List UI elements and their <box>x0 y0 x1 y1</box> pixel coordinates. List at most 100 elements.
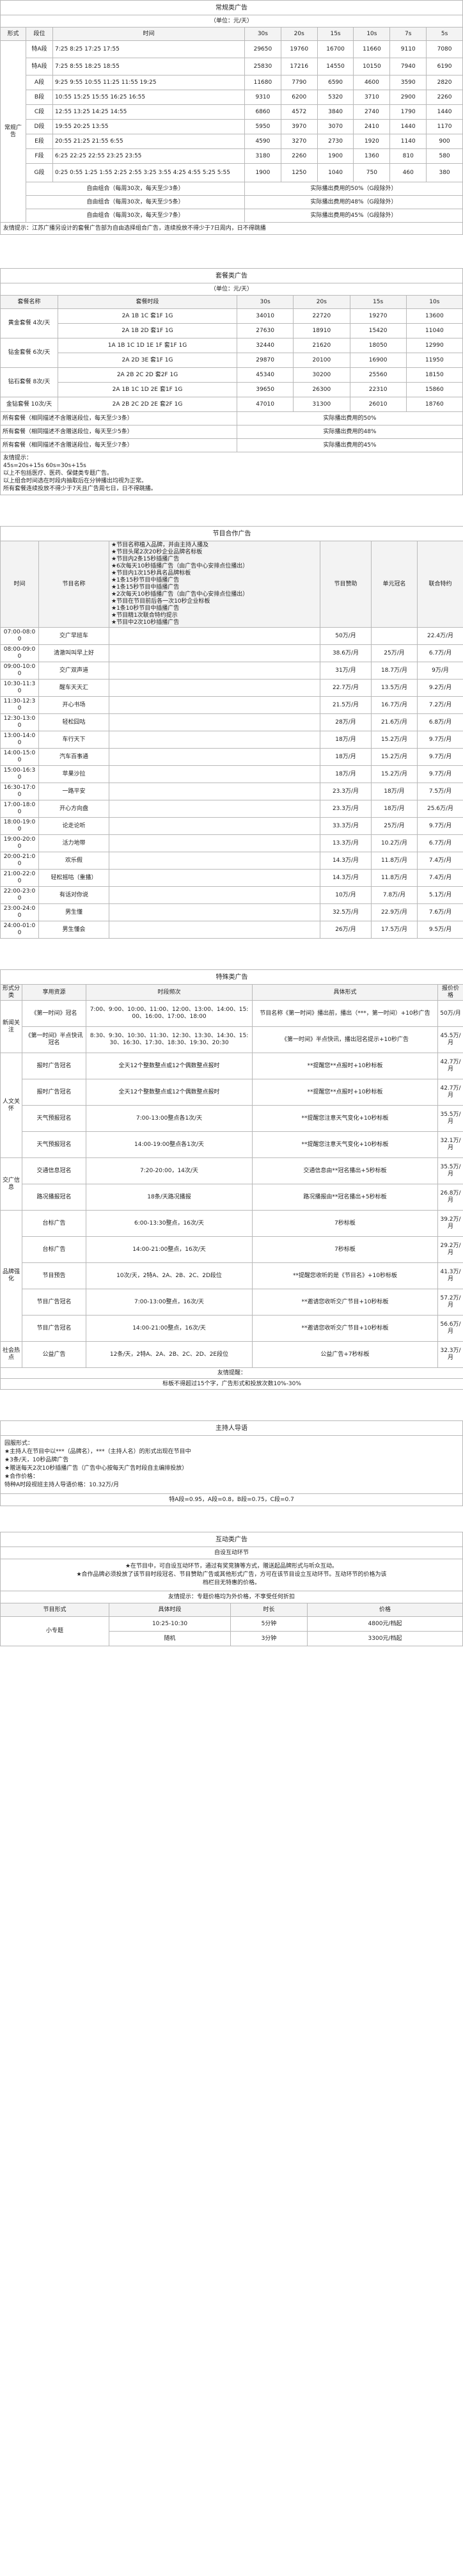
table-cell: 7940 <box>389 58 427 76</box>
program-coop-section: 节目合作广告 时间 节目名称 ★节目名称植入品牌，并由主持人播及 ★节目头尾2次20秒… <box>0 526 463 939</box>
table-cell <box>109 903 320 921</box>
column-header: 时间 <box>52 27 245 41</box>
table-cell: 所有套餐（相同描述不含赠送段位，每天至少5条） <box>0 425 237 439</box>
table-row: 2A 1B 2D 套1F 1G 27630 18910 15420 11040 <box>1 323 463 338</box>
table-cell <box>109 627 320 645</box>
table-cell: 18万/月 <box>320 765 372 783</box>
table-row: 21:00-22:00 轻松摇咕（重播） 14.3万/月 11.8万/月 7.4万/月 <box>0 869 463 887</box>
benefit-line: ★6次每天10秒插播广告（由广告中心安排点位播出） <box>111 563 249 569</box>
table-cell: 5.1万/月 <box>416 886 463 904</box>
table-cell: 18.7万/月 <box>371 662 418 680</box>
table-cell: 47010 <box>236 397 294 412</box>
table-cell: 20:00-21:00 <box>0 852 39 870</box>
table-cell: 17:00-18:00 <box>0 800 39 818</box>
desc-line: 档栏目无特惠的价格。 <box>202 1580 260 1586</box>
package-ad-title: 套餐类广告 <box>0 268 463 283</box>
note-line: 所有套餐连续投放不得少于7天且广告周七日，日不得跳播。 <box>3 486 157 492</box>
program-coop-title: 节目合作广告 <box>0 526 463 541</box>
table-row: E段 20:55 21:25 21:55 6:55 4590 3270 2730 1920… <box>1 134 463 149</box>
table-cell: 22.7万/月 <box>320 679 372 697</box>
table-cell: 2A 2B 2C 2D 2E 套2F 1G <box>58 397 237 412</box>
table-cell: 随机 <box>109 1631 231 1646</box>
table-row: 天气预报冠名 14:00-19:00整点各1次/天 **提醒您注意天气变化+10秒标… <box>1 1131 463 1158</box>
table-cell: 13.3万/月 <box>320 834 372 852</box>
table-cell: 自由组合（每周30次，每天至少7条） <box>26 209 245 223</box>
table-row: 2A 2D 3E 套1F 1G 29870 20100 16900 11950 <box>1 353 463 368</box>
table-cell: 6.8万/月 <box>416 713 463 731</box>
table-row: 小专题 10:25-10:30 5分钟 4800元/档起 <box>0 1616 463 1646</box>
category-label: 新闻关注 <box>0 1000 22 1053</box>
table-cell: D段 <box>26 119 53 134</box>
category-label: 社会热点 <box>0 1341 22 1368</box>
interactive-ad-title: 互动类广告 <box>0 1532 463 1547</box>
table-cell: 路况播报由**冠名播出+5秒标板 <box>252 1184 438 1211</box>
table-note: 友情提示： 45s=20s+15s 60s=30s+15s 以上不包括医疗、医药、保… <box>0 452 463 495</box>
table-cell: 7:00、9:00、10:00、11:00、12:00、13:00、14:00、… <box>86 1000 253 1027</box>
table-cell: 18条/天路况播报 <box>86 1184 253 1211</box>
table-row: A段 9:25 9:55 10:55 11:25 11:55 19:25 11680… <box>1 75 463 90</box>
table-cell: 4600 <box>353 75 391 90</box>
table-row: 天气预报冠名 7:00-13:00整点各1次/天 **提醒您注意天气变化+10秒标板… <box>1 1105 463 1132</box>
table-cell: 18050 <box>349 338 407 353</box>
table-cell: 25560 <box>349 367 407 383</box>
table-cell: 9.7万/月 <box>416 765 463 783</box>
table-cell: 6:25 22:25 22:55 23:25 23:55 <box>52 148 245 164</box>
column-header: 15s <box>317 27 354 41</box>
table-cell: 08:00-09:00 <box>0 644 39 662</box>
table-cell <box>109 679 320 697</box>
table-cell: 380 <box>426 163 463 182</box>
table-cell: 公益广告+7秒标板 <box>252 1341 438 1368</box>
table-row: 24:00-01:00 男生懂会 26万/月 17.5万/月 9.5万/月 <box>0 921 463 939</box>
table-row: 自由组合（每周30次，每天至少5条） 实际播出费用的48%（G段除外） <box>1 195 463 209</box>
table-cell: 45.5万/月 <box>437 1026 463 1053</box>
column-header: 享用资源 <box>22 984 86 1001</box>
table-cell: E段 <box>26 134 53 149</box>
table-cell: 810 <box>389 148 427 164</box>
table-cell: 9万/月 <box>416 662 463 680</box>
table-cell: 7:00-13:00整点各1次/天 <box>86 1105 253 1132</box>
table-cell: 18910 <box>293 323 350 338</box>
table-cell: 自由组合（每周30次，每天至少5条） <box>26 195 245 209</box>
column-header: 10s <box>405 295 463 309</box>
category-label: 交广信息 <box>0 1157 22 1211</box>
table-cell: 报时广告冠名 <box>22 1079 86 1106</box>
table-cell: **邀请您收听交广节目+10秒标板 <box>252 1289 438 1316</box>
table-cell: 男生懂 <box>38 903 109 921</box>
table-cell: 22.9万/月 <box>371 903 418 921</box>
table-row: 常规广告 特A段 7:25 8:25 17:25 17:55 29650 19760 16… <box>0 40 463 223</box>
table-cell: 11660 <box>353 40 391 58</box>
table-cell <box>109 869 320 887</box>
benefit-line: ★节目精1次联合特约提示 <box>111 612 178 619</box>
table-row: 自由组合（每周30次，每天至少7条） 实际播出费用的45%（G段除外） <box>1 209 463 223</box>
table-row: 黄金套餐 4次/天 2A 1B 1C 套1F 1G 34010 22720 19270 1… <box>0 308 463 338</box>
table-cell: 10:55 15:25 15:55 16:25 16:55 <box>52 90 245 105</box>
table-cell: 12:55 13:25 14:25 14:55 <box>52 104 245 120</box>
regular-ad-table: 常规类广告 （单位：元/天） 形式 段位 时间 30s 20s 15s 10s 7s 5s 常规… <box>0 0 463 235</box>
table-cell: 26万/月 <box>320 921 372 939</box>
column-header: 时间 <box>0 541 39 628</box>
table-cell: 实际播出费用的50% <box>237 411 463 425</box>
table-cell: 35.5万/月 <box>437 1105 463 1132</box>
regular-ad-title: 常规类广告 <box>0 0 463 15</box>
table-row: 钻石套餐 8次/天 2A 2B 2C 2D 套2F 1G 45340 30200 255… <box>0 367 463 397</box>
benefit-line: ★1条15秒节目中插播广告 <box>111 584 180 591</box>
table-cell: 《第一时间》冠名 <box>22 1000 86 1027</box>
table-cell: 汽车百事通 <box>38 748 109 766</box>
table-row: 节目预告 10次/天，2特A、2A、2B、2C、2D段位 **提醒您收听的是《节目名… <box>1 1262 463 1289</box>
interactive-ad-section: 互动类广告 自设互动环节 ★在节目中，可自设互动环节，通过有奖竞猜等方式，赠送起… <box>0 1532 463 1646</box>
benefit-line: ★节目内2条15秒插播广告 <box>111 556 180 562</box>
table-cell: 苹果沙拉 <box>38 765 109 783</box>
table-cell: 实际播出费用的45%（G段除外） <box>244 209 463 223</box>
table-cell: 18万/月 <box>320 748 372 766</box>
table-cell: 小专题 <box>0 1616 109 1646</box>
table-cell: 轻松囧咕 <box>38 713 109 731</box>
table-cell: 10150 <box>353 58 391 76</box>
table-cell: 3分钟 <box>230 1631 308 1646</box>
table-cell: 5950 <box>244 119 281 134</box>
table-cell: 7秒标板 <box>252 1210 438 1237</box>
table-cell: 14:00-15:00 <box>0 748 39 766</box>
table-cell: 1900 <box>244 163 281 182</box>
table-cell: 开心书场 <box>38 696 109 714</box>
column-header: 单元冠名 <box>371 541 418 628</box>
table-cell: **提醒您收听的是《节目名》+10秒标板 <box>252 1262 438 1289</box>
